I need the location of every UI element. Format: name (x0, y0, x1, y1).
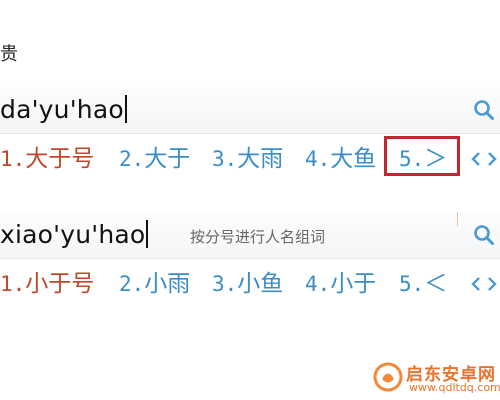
candidate-item-4[interactable]: 4.大鱼 (305, 144, 376, 174)
candidate-text: 大雨 (237, 146, 284, 172)
candidate-row: 1.小于号 2.小雨 3.小鱼 4.小于 5.＜ (0, 259, 500, 309)
candidate-number: 2. (119, 272, 145, 296)
candidate-text: 大鱼 (330, 146, 377, 172)
candidate-text: 小于号 (25, 271, 95, 297)
candidate-item-3[interactable]: 3.小鱼 (212, 269, 283, 299)
candidate-item-4[interactable]: 4.小于 (305, 269, 376, 299)
candidate-number: 3. (212, 147, 238, 171)
search-icon[interactable] (473, 99, 495, 121)
candidate-text: 小鱼 (237, 271, 284, 297)
candidate-number: 1. (0, 147, 26, 171)
composition-row: xiao'yu'hao 按分号进行人名组词 (0, 212, 500, 259)
screenshot-stage: 贵 da'yu'hao 1.大于号 2.大于 3.大雨 4.大鱼 5.＞ xia… (0, 0, 500, 400)
composition-input[interactable]: da'yu'hao (0, 95, 127, 124)
highlight-box (384, 136, 460, 176)
page-left-icon[interactable] (470, 275, 482, 293)
candidate-number: 2. (119, 147, 145, 171)
candidate-number: 4. (305, 272, 331, 296)
candidate-item-5[interactable]: 5.＜ (399, 269, 447, 299)
composition-text: xiao'yu'hao (0, 220, 146, 249)
candidate-number: 3. (212, 272, 238, 296)
composition-input[interactable]: xiao'yu'hao (0, 220, 149, 249)
candidate-text: 大于号 (25, 146, 95, 172)
text-caret (124, 95, 127, 123)
page-left-icon[interactable] (470, 150, 482, 168)
watermark: 启东安卓网 www.qdltdq.com (373, 360, 500, 400)
candidate-number: 5. (399, 272, 425, 296)
candidate-number: 4. (305, 147, 331, 171)
search-icon[interactable] (473, 224, 495, 246)
decorative-divider (457, 212, 458, 226)
candidate-text: 大于 (144, 146, 191, 172)
candidate-item-2[interactable]: 2.小雨 (119, 269, 190, 299)
candidate-text: ＜ (424, 271, 448, 297)
candidate-item-2[interactable]: 2.大于 (119, 144, 190, 174)
composition-hint: 按分号进行人名组词 (190, 228, 326, 246)
page-right-icon[interactable] (486, 150, 498, 168)
partial-text-fragment: 贵 (0, 44, 18, 65)
candidate-text: 小于 (330, 271, 377, 297)
composition-text: da'yu'hao (0, 95, 124, 124)
watermark-logo-icon (373, 362, 403, 392)
candidate-text: 小雨 (144, 271, 191, 297)
candidate-number: 1. (0, 272, 26, 296)
candidate-item-1[interactable]: 1.大于号 (0, 144, 94, 174)
candidate-item-3[interactable]: 3.大雨 (212, 144, 283, 174)
ime-panel-xiaoyuhao: xiao'yu'hao 按分号进行人名组词 1.小于号 2.小雨 3.小鱼 4.… (0, 212, 500, 310)
watermark-url: www.qdltdq.com (409, 381, 500, 394)
text-caret (146, 220, 149, 248)
composition-row: da'yu'hao (0, 87, 500, 134)
page-right-icon[interactable] (486, 275, 498, 293)
candidate-item-1[interactable]: 1.小于号 (0, 269, 94, 299)
